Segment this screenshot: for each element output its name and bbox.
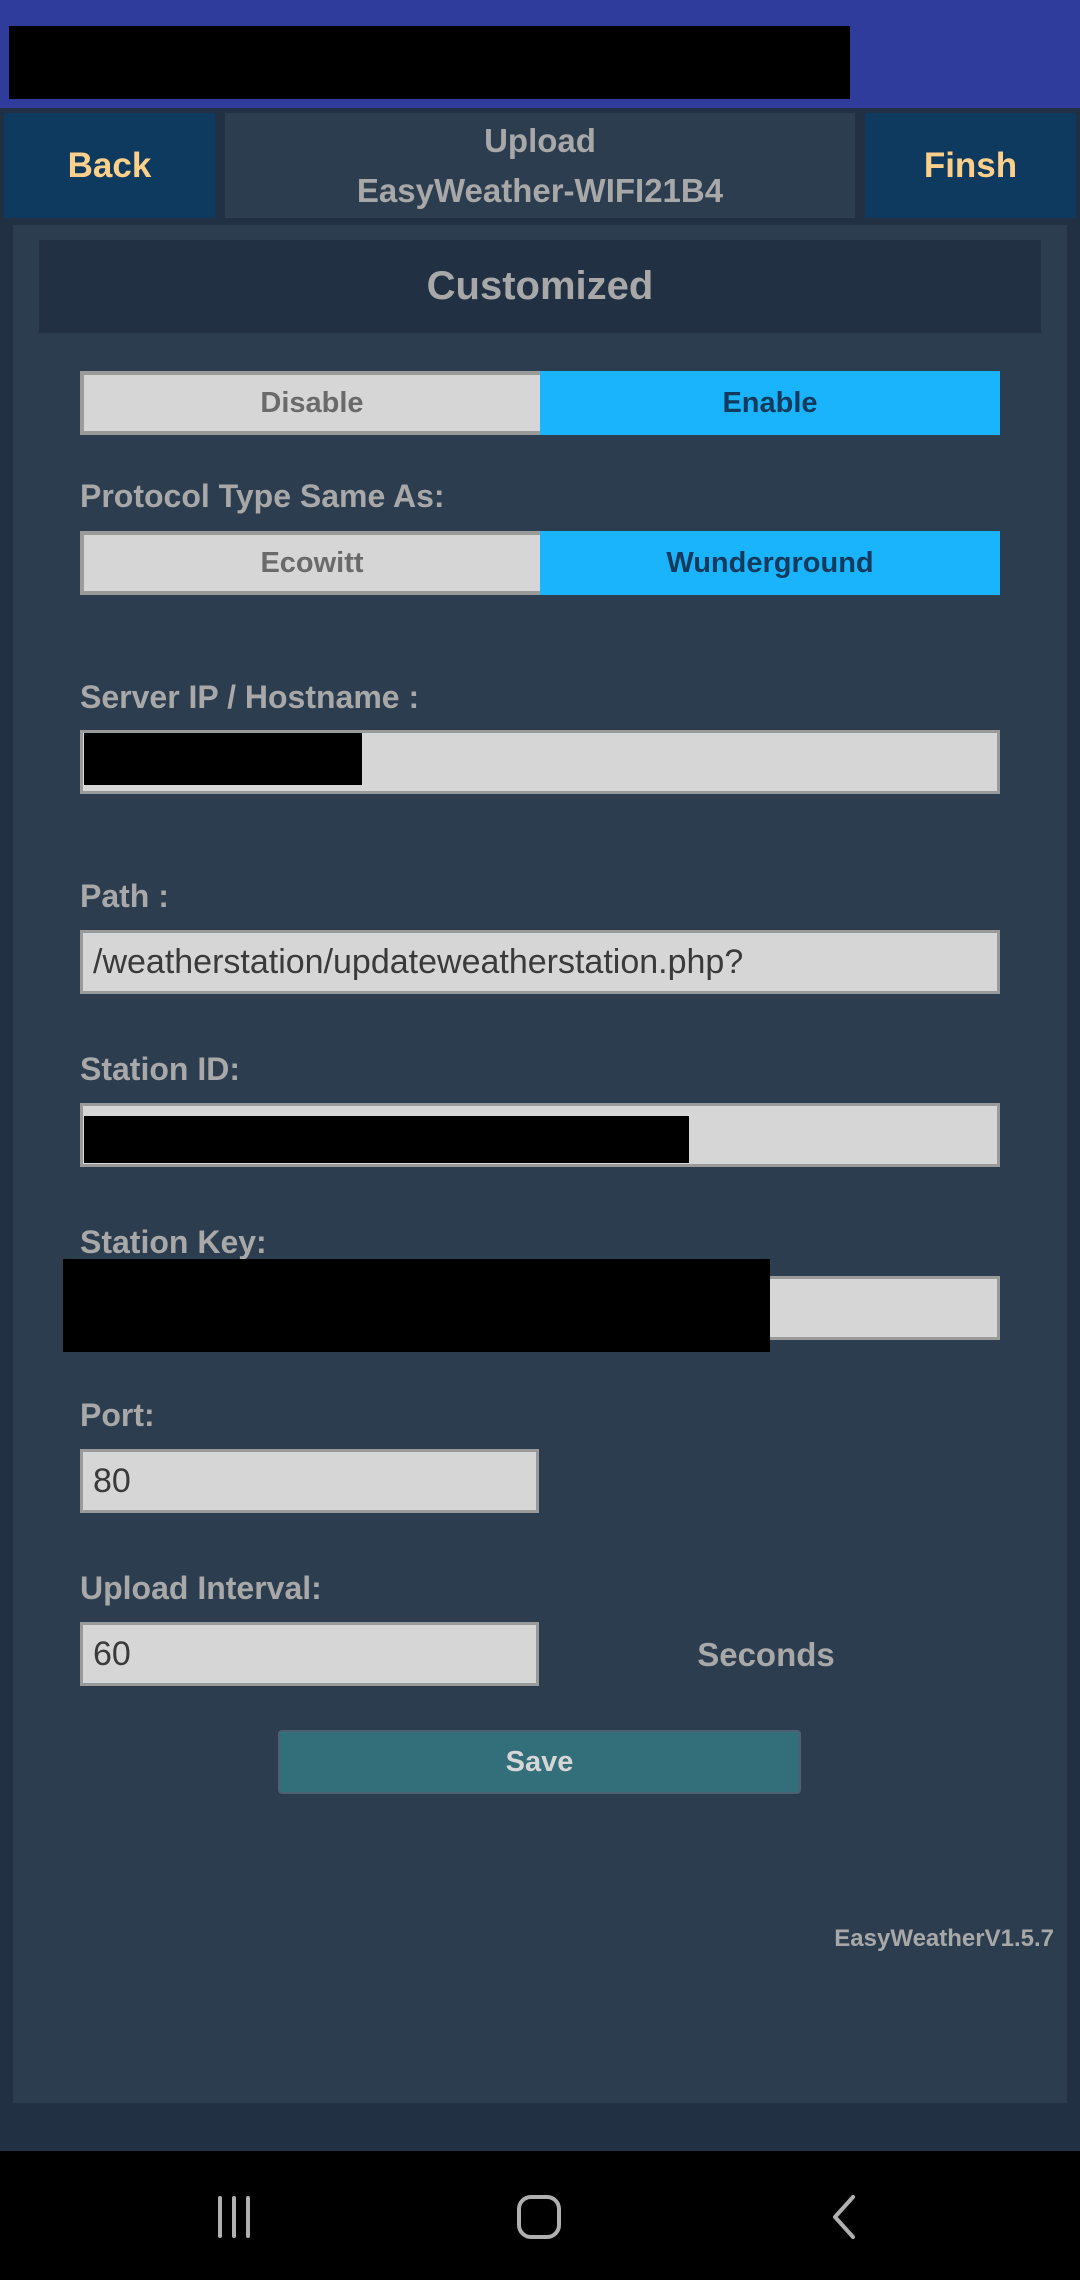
wunderground-option[interactable]: Wunderground — [540, 531, 1000, 595]
path-label: Path : — [80, 878, 169, 914]
port-label: Port: — [80, 1397, 155, 1433]
redacted-region — [63, 1259, 770, 1352]
interval-unit: Seconds — [697, 1636, 835, 1673]
navigation-bar — [0, 2151, 1080, 2280]
redacted-region — [9, 26, 850, 99]
redacted-region — [84, 1116, 689, 1163]
interval-label: Upload Interval: — [80, 1570, 322, 1606]
station-id-label: Station ID: — [80, 1051, 240, 1087]
device-name: EasyWeather-WIFI21B4 — [356, 171, 724, 209]
path-input[interactable]: /weatherstation/updateweatherstation.php… — [80, 930, 1000, 994]
page-title: Upload — [484, 121, 596, 159]
recent-apps-icon[interactable] — [210, 2193, 260, 2243]
protocol-toggle: Ecowitt Wunderground — [80, 531, 1000, 595]
save-button[interactable]: Save — [278, 1730, 801, 1794]
back-button[interactable]: Back — [4, 113, 215, 218]
back-nav-icon[interactable] — [818, 2193, 868, 2243]
disable-option[interactable]: Disable — [80, 371, 540, 435]
ecowitt-option[interactable]: Ecowitt — [80, 531, 540, 595]
enable-toggle: Disable Enable — [80, 371, 1000, 435]
interval-input[interactable]: 60 — [80, 1622, 539, 1686]
version-label: EasyWeatherV1.5.7 — [834, 1925, 1054, 1952]
enable-option[interactable]: Enable — [540, 371, 1000, 435]
port-input[interactable]: 80 — [80, 1449, 539, 1513]
section-title: Customized — [39, 240, 1041, 333]
redacted-region — [84, 733, 362, 785]
protocol-label: Protocol Type Same As: — [80, 478, 445, 514]
home-icon[interactable] — [515, 2193, 565, 2243]
server-label: Server IP / Hostname : — [80, 679, 420, 715]
station-key-label: Station Key: — [80, 1224, 267, 1260]
finish-button[interactable]: Finsh — [865, 113, 1076, 218]
page-header: Upload EasyWeather-WIFI21B4 — [225, 113, 855, 218]
